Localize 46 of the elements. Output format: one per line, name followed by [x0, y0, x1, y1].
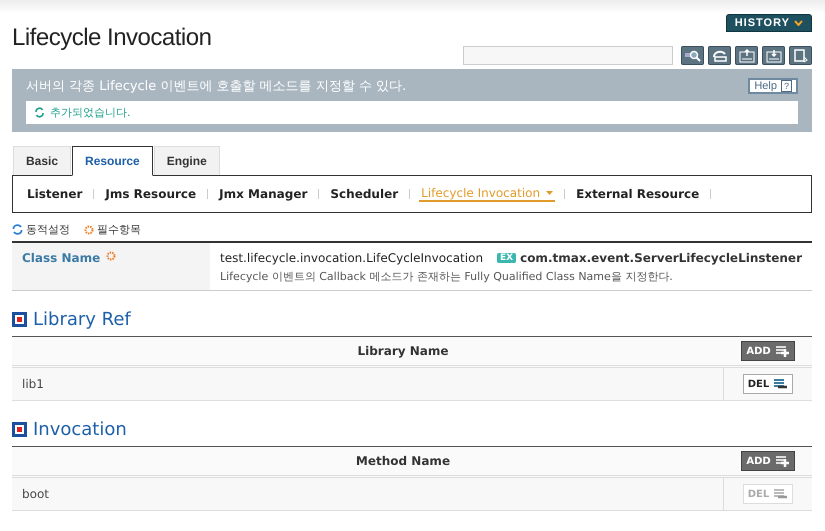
status-message: 추가되었습니다. — [50, 105, 130, 120]
section-icon — [12, 312, 27, 327]
sync-icon — [12, 224, 23, 235]
xml-upload-icon[interactable] — [735, 46, 758, 65]
minus-stack-icon — [772, 377, 788, 391]
refresh-icon[interactable] — [708, 46, 731, 65]
tab[interactable]: Engine — [154, 146, 220, 175]
table-cell-text: boot — [21, 486, 50, 503]
sub-nav-link[interactable]: External Resource — [574, 187, 702, 201]
field-hint: Lifecycle 이벤트의 Callback 메소드가 존재하는 Fully Qualified Class Name을 지정한다. — [220, 269, 674, 284]
tab[interactable]: Resource — [72, 146, 153, 176]
plus-stack-icon — [774, 344, 790, 358]
search-icon[interactable] — [681, 46, 704, 65]
section-title: Library Ref — [33, 309, 131, 330]
help-button[interactable]: Help ? — [748, 78, 798, 94]
legend-label: 필수항목 — [97, 222, 141, 237]
field-label: Class Name — [22, 251, 100, 265]
add-button[interactable]: ADD — [741, 341, 795, 361]
xml-download-icon[interactable] — [762, 46, 785, 65]
sub-nav-link[interactable]: Jmx Manager — [217, 187, 310, 201]
add-button[interactable]: ADD — [741, 451, 795, 471]
field-value: test.lifecycle.invocation.LifeCycleInvocation — [220, 251, 484, 265]
section-icon — [12, 422, 27, 437]
sub-nav-link[interactable]: Jms Resource — [103, 187, 198, 201]
page-title: Lifecycle Invocation — [12, 24, 212, 53]
page-description: 서버의 각종 Lifecycle 이벤트에 호출할 메소드를 지정할 수 있다. — [26, 78, 406, 95]
section-title: Invocation — [33, 419, 127, 440]
sub-nav-link[interactable]: Listener — [25, 187, 84, 201]
caret-icon — [546, 191, 554, 195]
column-header: Library Name — [356, 344, 450, 358]
refresh-icon — [34, 107, 45, 118]
chevron-icon — [794, 20, 803, 26]
column-header: Method Name — [354, 454, 452, 468]
history-button[interactable]: HISTORY — [726, 14, 812, 32]
asterisk-icon — [84, 224, 94, 234]
example-badge: EX — [496, 253, 516, 263]
table-cell-text: lib1 — [21, 376, 45, 393]
sub-nav-link[interactable]: Scheduler — [328, 187, 400, 201]
search-field[interactable] — [463, 46, 673, 65]
document-icon[interactable] — [789, 46, 812, 65]
legend-label: 동적설정 — [26, 222, 70, 237]
example-value: com.tmax.event.ServerLifecycleLinstener — [520, 251, 802, 265]
minus-stack-icon — [772, 487, 788, 501]
tab[interactable]: Basic — [13, 146, 72, 175]
plus-stack-icon — [774, 454, 790, 468]
delete-button[interactable]: DEL — [742, 374, 794, 394]
